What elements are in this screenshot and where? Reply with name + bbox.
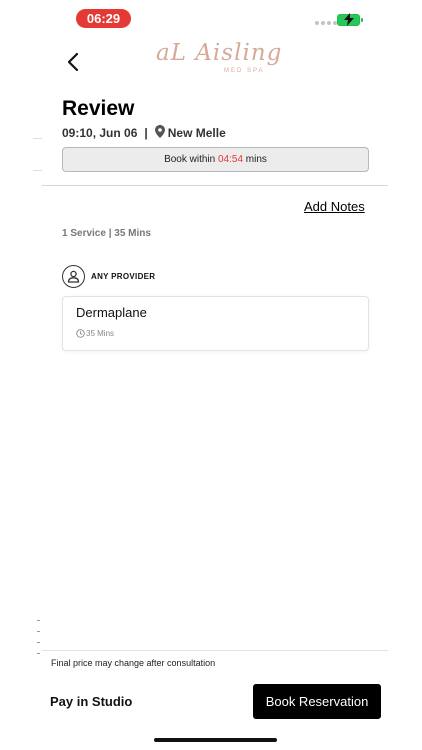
service-name: Dermaplane — [76, 305, 147, 320]
header: aL Aisling MED SPA — [42, 36, 388, 96]
chevron-left-icon — [67, 52, 79, 72]
background-edge — [37, 620, 43, 750]
section-divider — [42, 185, 388, 186]
background-edge — [33, 170, 42, 171]
home-indicator[interactable] — [154, 738, 277, 742]
battery-icon — [337, 13, 360, 26]
provider-label: ANY PROVIDER — [91, 272, 156, 281]
background-edge — [33, 138, 42, 139]
clock-icon — [76, 329, 85, 338]
final-price-note: Final price may change after consultatio… — [51, 658, 216, 668]
logo-wordmark: aL Aisling — [156, 40, 283, 66]
add-notes-link[interactable]: Add Notes — [304, 199, 365, 214]
provider-row: ANY PROVIDER — [62, 265, 155, 288]
person-icon — [62, 265, 85, 288]
logo-subtext: MED SPA — [224, 68, 265, 74]
footer-divider — [42, 650, 388, 651]
service-card[interactable]: Dermaplane 35 Mins — [62, 296, 369, 351]
page-title: Review — [62, 97, 135, 120]
signal-icon — [315, 21, 337, 25]
service-duration-text: 35 Mins — [86, 329, 115, 338]
service-duration: 35 Mins — [76, 329, 114, 338]
timer-suffix: mins — [245, 154, 267, 165]
pay-in-studio-button[interactable]: Pay in Studio — [50, 694, 132, 709]
charging-bolt-icon — [344, 13, 354, 26]
appointment-meta: 09:10, Jun 06 | New Melle — [62, 125, 226, 141]
status-time: 06:29 — [76, 9, 131, 28]
book-reservation-button[interactable]: Book Reservation — [253, 684, 381, 719]
timer-prefix: Book within — [164, 154, 216, 165]
battery-nub — [361, 18, 363, 22]
booking-timer-banner: Book within 04:54 mins — [62, 147, 369, 172]
brand-logo: aL Aisling MED SPA — [156, 40, 281, 80]
service-summary: 1 Service | 35 Mins — [62, 228, 151, 239]
status-bar: 06:29 — [0, 0, 422, 36]
countdown-timer: 04:54 — [217, 154, 244, 165]
map-pin-icon — [154, 125, 165, 141]
back-button[interactable] — [62, 50, 86, 74]
appointment-location: New Melle — [167, 126, 226, 140]
appointment-datetime: 09:10, Jun 06 — [62, 126, 138, 140]
meta-separator: | — [144, 126, 148, 140]
